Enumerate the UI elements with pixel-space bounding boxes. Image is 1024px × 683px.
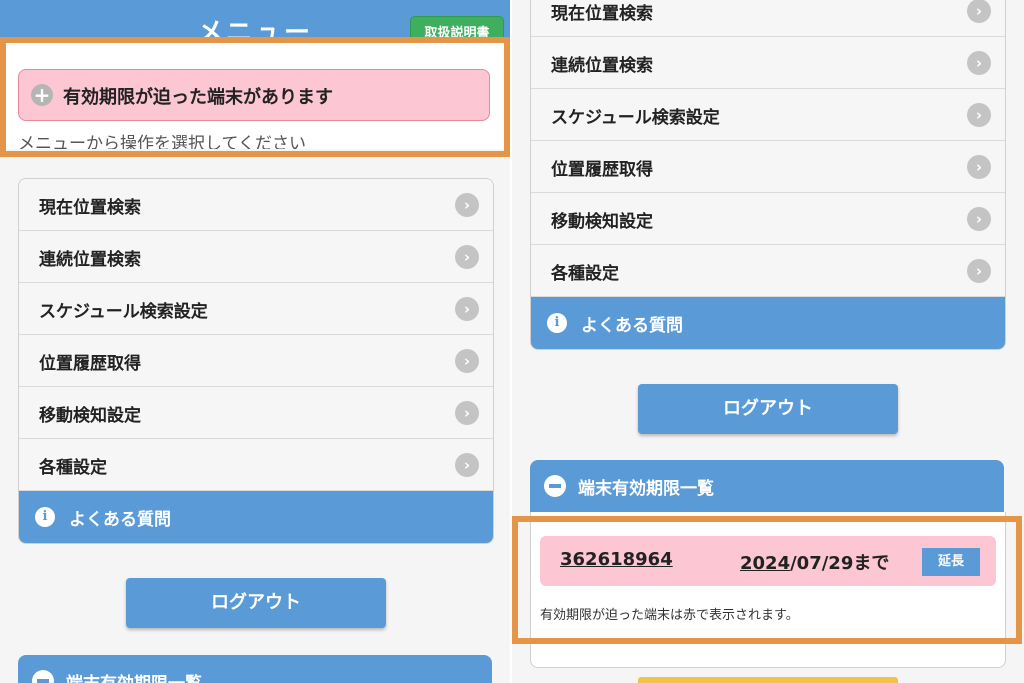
menu-item-label: スケジュール検索設定	[39, 302, 208, 322]
minus-icon	[544, 475, 566, 497]
menu-card: 現在位置検索 › 連続位置検索 › スケジュール検索設定 › 位置履歴取得 › …	[530, 0, 1006, 350]
highlight-frame	[0, 37, 510, 157]
menu-item-label: 各種設定	[39, 458, 107, 478]
info-icon: i	[35, 507, 55, 527]
menu-item-motion-detection[interactable]: 移動検知設定 ›	[19, 387, 493, 439]
menu-item-label: 移動検知設定	[39, 406, 141, 426]
menu-item-current-location[interactable]: 現在位置検索 ›	[531, 0, 1005, 37]
chevron-right-icon: ›	[455, 297, 479, 321]
menu-item-settings[interactable]: 各種設定 ›	[19, 439, 493, 491]
menu-item-label: 移動検知設定	[551, 212, 653, 232]
menu-item-label: 現在位置検索	[39, 198, 141, 218]
menu-item-label: 各種設定	[551, 264, 619, 284]
menu-item-location-history[interactable]: 位置履歴取得 ›	[531, 141, 1005, 193]
menu-card: 現在位置検索 › 連続位置検索 › スケジュール検索設定 › 位置履歴取得 › …	[18, 178, 494, 544]
chevron-right-icon: ›	[967, 103, 991, 127]
menu-item-settings[interactable]: 各種設定 ›	[531, 245, 1005, 297]
menu-item-label: 位置履歴取得	[39, 354, 141, 374]
menu-item-label: 位置履歴取得	[551, 160, 653, 180]
menu-item-continuous-location[interactable]: 連続位置検索 ›	[531, 37, 1005, 89]
chevron-right-icon: ›	[455, 401, 479, 425]
yellow-button-edge	[638, 677, 898, 683]
chevron-right-icon: ›	[967, 259, 991, 283]
chevron-right-icon: ›	[455, 193, 479, 217]
chevron-right-icon: ›	[455, 349, 479, 373]
menu-item-label: 連続位置検索	[39, 250, 141, 270]
chevron-right-icon: ›	[455, 453, 479, 477]
logout-button[interactable]: ログアウト	[126, 578, 386, 628]
chevron-right-icon: ›	[455, 245, 479, 269]
chevron-right-icon: ›	[967, 155, 991, 179]
menu-item-label: 現在位置検索	[551, 4, 653, 24]
faq-label: よくある質問	[581, 316, 683, 336]
right-screen: 現在位置検索 › 連続位置検索 › スケジュール検索設定 › 位置履歴取得 › …	[512, 0, 1024, 683]
expiry-list-header[interactable]: 端末有効期限一覧	[18, 655, 492, 683]
chevron-right-icon: ›	[967, 0, 991, 23]
logout-button[interactable]: ログアウト	[638, 384, 898, 434]
menu-item-label: 連続位置検索	[551, 56, 653, 76]
chevron-right-icon: ›	[967, 207, 991, 231]
menu-item-current-location[interactable]: 現在位置検索 ›	[19, 179, 493, 231]
faq-label: よくある質問	[69, 510, 171, 530]
menu-item-location-history[interactable]: 位置履歴取得 ›	[19, 335, 493, 387]
menu-item-schedule-search[interactable]: スケジュール検索設定 ›	[19, 283, 493, 335]
menu-item-motion-detection[interactable]: 移動検知設定 ›	[531, 193, 1005, 245]
menu-item-continuous-location[interactable]: 連続位置検索 ›	[19, 231, 493, 283]
menu-item-schedule-search[interactable]: スケジュール検索設定 ›	[531, 89, 1005, 141]
minus-icon	[32, 670, 54, 683]
highlight-frame	[512, 516, 1022, 644]
chevron-right-icon: ›	[967, 51, 991, 75]
expiry-list-title: 端末有効期限一覧	[66, 669, 202, 683]
menu-item-label: スケジュール検索設定	[551, 108, 720, 128]
faq-button[interactable]: i よくある質問	[19, 491, 493, 543]
expiry-list-title: 端末有効期限一覧	[578, 479, 714, 499]
left-screen: メニュー 取扱説明書 + 有効期限が迫った端末があります メニューから操作を選択…	[0, 0, 510, 683]
faq-button[interactable]: i よくある質問	[531, 297, 1005, 349]
info-icon: i	[547, 313, 567, 333]
expiry-list-header[interactable]: 端末有効期限一覧	[530, 460, 1004, 512]
